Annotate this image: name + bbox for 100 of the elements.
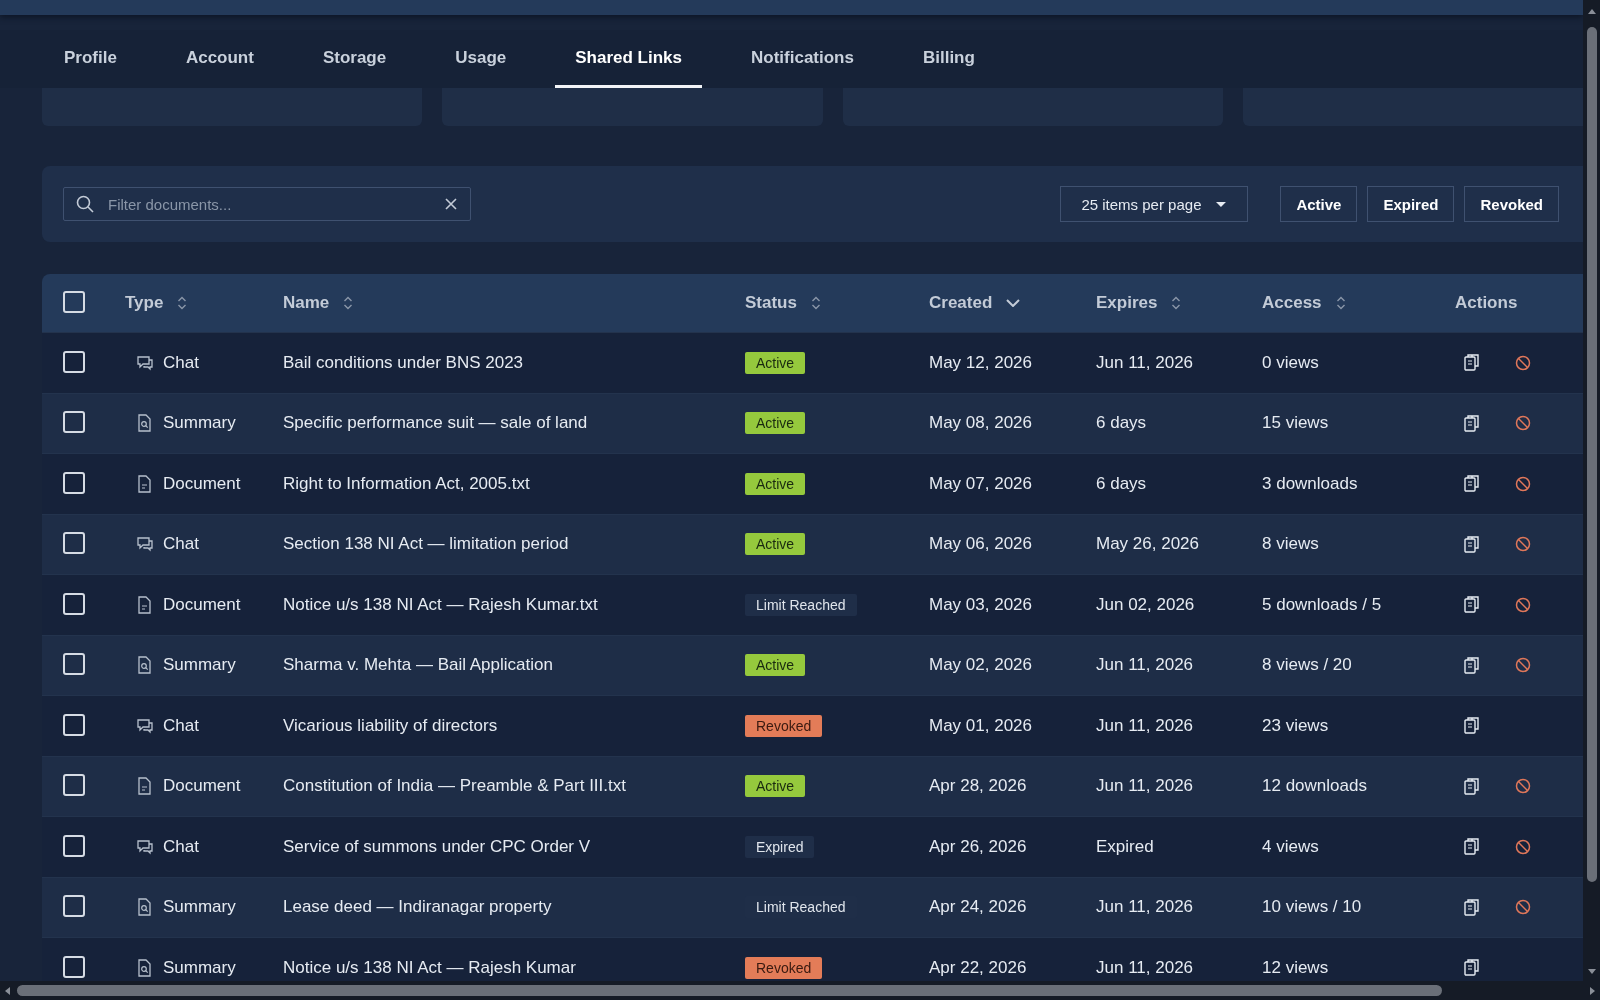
created-date: May 03, 2026 [929, 594, 1032, 614]
type-label: Document [163, 594, 241, 615]
copy-button[interactable] [1463, 474, 1480, 494]
type-label: Summary [163, 957, 236, 978]
column-header[interactable]: Access [1262, 293, 1322, 313]
chat-icon [136, 716, 153, 735]
select-all-checkbox[interactable] [63, 291, 85, 313]
row-checkbox[interactable] [63, 411, 85, 434]
revoke-button[interactable] [1515, 596, 1531, 613]
copy-button[interactable] [1463, 776, 1480, 796]
filter-button[interactable]: Revoked [1464, 186, 1559, 222]
row-checkbox[interactable] [63, 895, 85, 918]
block-icon [1515, 838, 1531, 855]
expires-date: Expired [1096, 836, 1154, 856]
revoke-button[interactable] [1515, 657, 1531, 674]
row-checkbox[interactable] [63, 350, 85, 373]
access-count: 23 views [1262, 715, 1329, 735]
clipboard-icon [1463, 776, 1480, 796]
tab[interactable]: Account [165, 30, 274, 88]
block-icon [1515, 536, 1531, 553]
clipboard-icon [1463, 474, 1480, 494]
filter-button[interactable]: Expired [1367, 186, 1455, 222]
status-badge: Active [745, 412, 806, 435]
tab[interactable]: Notifications [731, 30, 874, 88]
scroll-up-icon [1586, 8, 1597, 15]
vertical-scrollbar[interactable] [1583, 0, 1600, 981]
status-badge: Active [745, 654, 806, 677]
block-icon [1515, 415, 1531, 432]
row-checkbox[interactable] [63, 532, 85, 555]
revoke-button[interactable] [1515, 475, 1531, 492]
horizontal-scrollbar[interactable] [0, 981, 1600, 1000]
access-count: 5 downloads / 5 [1262, 594, 1382, 614]
document-name: Lease deed — Indiranagar property [283, 897, 552, 917]
filter-button[interactable]: Active [1280, 186, 1358, 222]
type-label: Summary [163, 897, 236, 918]
document-name: Bail conditions under BNS 2023 [283, 352, 524, 372]
tab[interactable]: Usage [435, 30, 527, 88]
copy-button[interactable] [1463, 716, 1480, 736]
column-header[interactable]: Type [125, 293, 164, 313]
access-count: 8 views [1262, 534, 1319, 554]
access-count: 12 downloads [1262, 776, 1367, 796]
copy-button[interactable] [1463, 655, 1480, 675]
row-checkbox[interactable] [63, 592, 85, 615]
type-label: Chat [163, 534, 199, 555]
search-icon [76, 195, 94, 213]
search-field[interactable]: Filter documents... [63, 187, 471, 221]
document-name: Service of summons under CPC Order V [283, 836, 591, 856]
created-date: Apr 24, 2026 [929, 897, 1027, 917]
access-count: 10 views / 10 [1262, 897, 1362, 917]
revoke-button[interactable] [1515, 778, 1531, 795]
row-checkbox[interactable] [63, 834, 85, 857]
expires-date: 6 days [1096, 413, 1147, 433]
revoke-button[interactable] [1515, 536, 1531, 553]
page-size-dropdown[interactable]: 25 items per page [1060, 186, 1249, 222]
revoke-button[interactable] [1515, 354, 1531, 371]
copy-button[interactable] [1463, 958, 1480, 978]
revoke-button[interactable] [1515, 415, 1531, 432]
document-name: Notice u/s 138 NI Act — Rajesh Kumar [283, 957, 576, 977]
document-search-icon [136, 958, 153, 977]
expires-date: Jun 11, 2026 [1096, 957, 1194, 977]
copy-button[interactable] [1463, 413, 1480, 433]
clear-button[interactable] [444, 197, 458, 211]
tab[interactable]: Storage [302, 30, 407, 88]
scroll-left-icon [4, 985, 11, 996]
row-checkbox[interactable] [63, 955, 85, 978]
search-input[interactable]: Filter documents... [106, 194, 432, 214]
tab[interactable]: Profile [44, 30, 137, 88]
copy-button[interactable] [1463, 595, 1480, 615]
revoke-button[interactable] [1515, 899, 1531, 916]
row-checkbox[interactable] [63, 471, 85, 494]
copy-button[interactable] [1463, 897, 1480, 917]
column-header[interactable]: Expires [1096, 293, 1158, 313]
document-name: Section 138 NI Act — limitation period [283, 534, 569, 554]
copy-button[interactable] [1463, 353, 1480, 373]
created-date: May 01, 2026 [929, 715, 1032, 735]
clipboard-icon [1463, 413, 1480, 433]
column-header[interactable]: Created [929, 293, 993, 313]
type-label: Summary [163, 413, 236, 434]
chat-icon [136, 837, 153, 856]
copy-button[interactable] [1463, 534, 1480, 554]
revoke-button[interactable] [1515, 838, 1531, 855]
type-label: Document [163, 776, 241, 797]
document-search-icon [136, 898, 153, 917]
row-checkbox[interactable] [63, 653, 85, 676]
document-name: Constitution of India — Preamble & Part III.txt [283, 776, 626, 796]
clipboard-icon [1463, 837, 1480, 857]
chat-icon [136, 353, 153, 372]
column-header[interactable]: Status [745, 293, 797, 313]
row-checkbox[interactable] [63, 713, 85, 736]
document-name: Right to Information Act, 2005.txt [283, 473, 530, 493]
tab[interactable]: Billing [902, 30, 995, 88]
column-header[interactable]: Name [283, 293, 330, 313]
type-label: Chat [163, 352, 199, 373]
document-name: Specific performance suit — sale of land [283, 413, 588, 433]
column-header[interactable]: Actions [1455, 293, 1518, 313]
row-checkbox[interactable] [63, 774, 85, 797]
expires-date: Jun 02, 2026 [1096, 594, 1195, 614]
copy-button[interactable] [1463, 837, 1480, 857]
status-badge: Active [745, 472, 806, 495]
block-icon [1515, 899, 1531, 916]
